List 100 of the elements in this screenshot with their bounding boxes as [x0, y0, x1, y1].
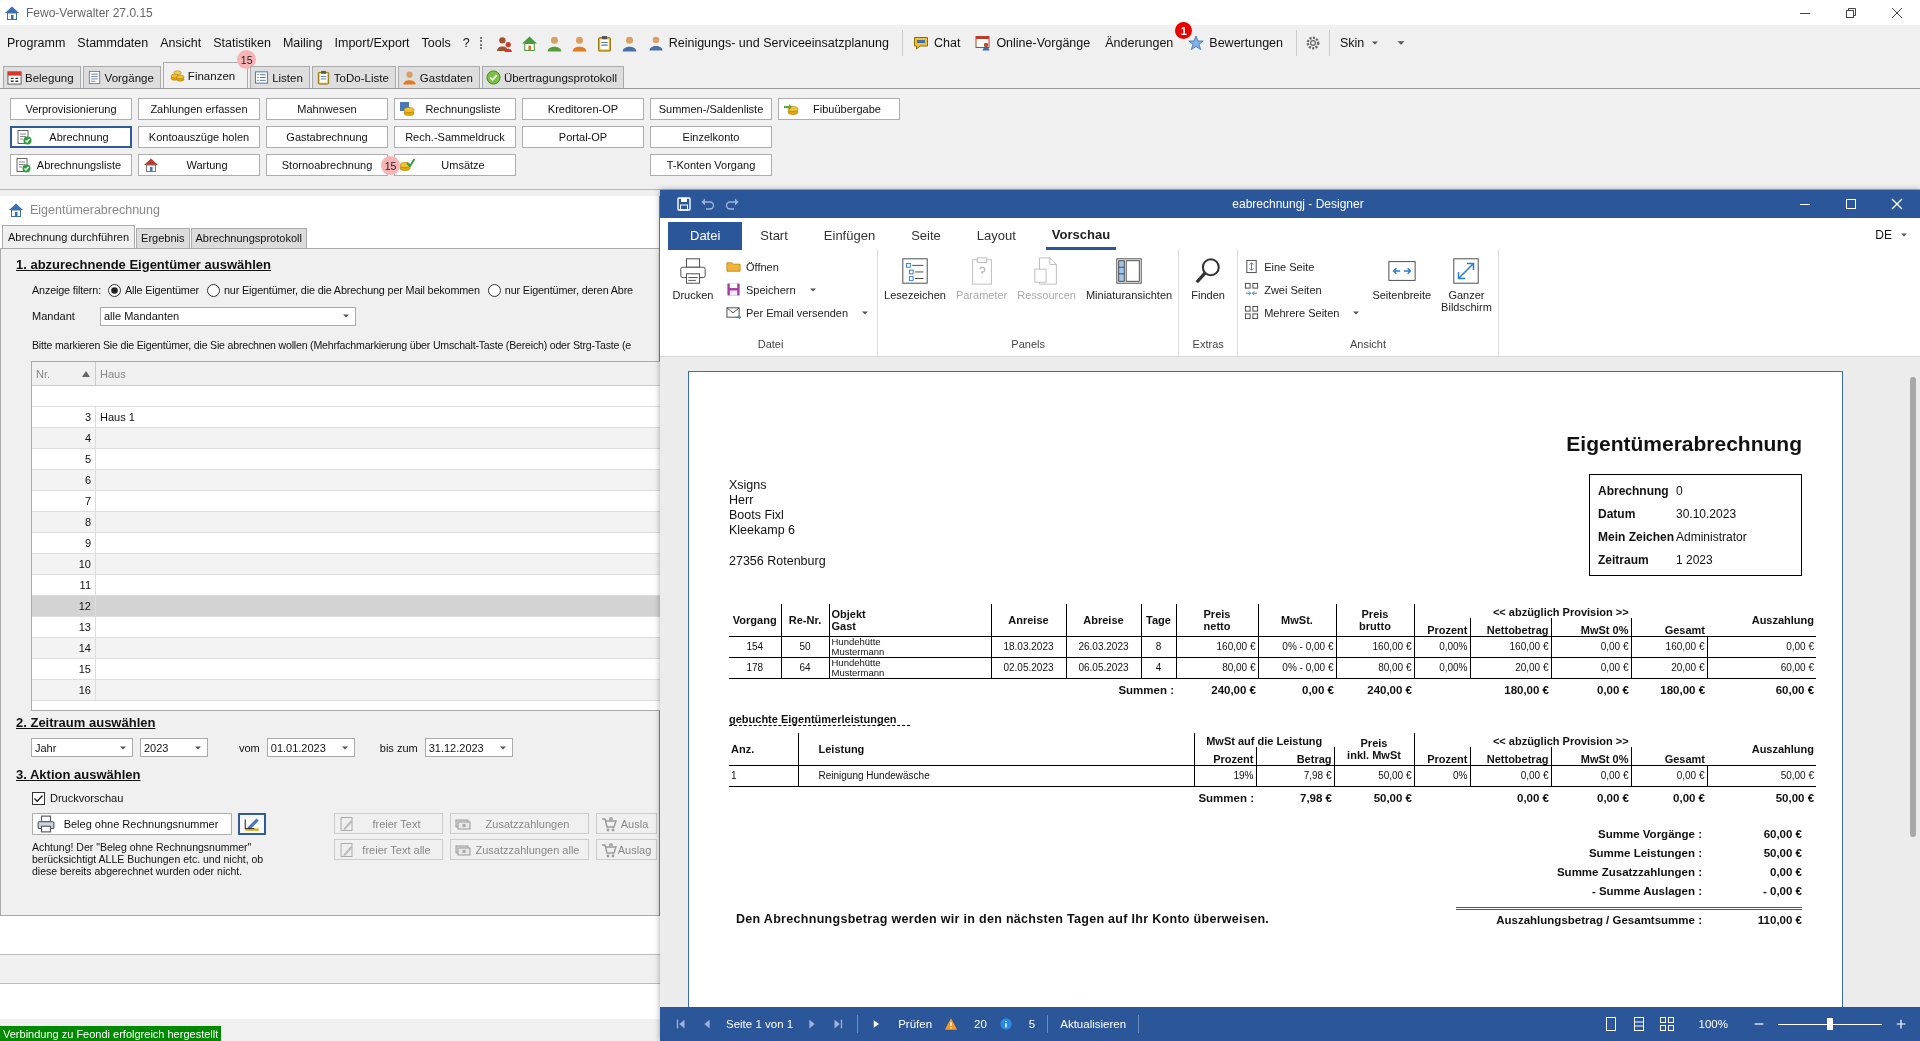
- module-tab[interactable]: Gastdaten: [397, 66, 480, 88]
- menu-item[interactable]: Tools: [417, 36, 459, 50]
- grid-row[interactable]: 7: [32, 491, 660, 512]
- ribbon-button[interactable]: Öffnen: [724, 256, 874, 277]
- function-button[interactable]: Zahlungen erfassen: [138, 98, 260, 120]
- dropdown[interactable]: alle Mandanten: [100, 306, 356, 326]
- grid-row[interactable]: 10: [32, 554, 660, 575]
- checkbox[interactable]: [32, 791, 45, 805]
- function-button[interactable]: Fibuübergabe: [778, 98, 900, 120]
- grid-row[interactable]: 5: [32, 449, 660, 470]
- grid-row[interactable]: 9: [32, 533, 660, 554]
- warnings-button[interactable]: 20: [944, 1017, 987, 1031]
- function-button[interactable]: Abrechnung: [10, 126, 132, 148]
- ribbon-button[interactable]: Eine Seite: [1242, 256, 1365, 277]
- dropdown[interactable]: 31.12.2023: [424, 738, 513, 757]
- edit-button[interactable]: [238, 813, 266, 835]
- module-tab[interactable]: ToDo-Liste: [311, 66, 396, 88]
- refresh-button[interactable]: Aktualisieren: [1060, 1018, 1127, 1030]
- dropdown[interactable]: Jahr: [31, 738, 133, 757]
- radio-option[interactable]: Alle Eigentümer: [108, 283, 199, 297]
- grid-row[interactable]: 12: [32, 596, 660, 617]
- people-icon[interactable]: [495, 34, 513, 52]
- radio-button[interactable]: [207, 283, 220, 297]
- function-button[interactable]: Einzelkonto: [650, 126, 772, 148]
- slider-thumb[interactable]: [1827, 1018, 1833, 1030]
- module-tab[interactable]: Belegung: [3, 66, 81, 88]
- menu-item[interactable]: Import/Export: [330, 36, 418, 50]
- function-button[interactable]: Wartung: [138, 154, 260, 176]
- grid-row[interactable]: 11: [32, 575, 660, 596]
- ribbon-tab[interactable]: Seite: [893, 222, 959, 250]
- house-icon[interactable]: [520, 34, 538, 52]
- ribbon-button[interactable]: Finden: [1183, 256, 1234, 301]
- grid-row[interactable]: 16: [32, 680, 660, 701]
- scrollbar[interactable]: [1910, 377, 1916, 837]
- function-button[interactable]: Abrechnungsliste: [10, 154, 132, 176]
- ribbon-button[interactable]: Miniaturansichten: [1083, 256, 1175, 301]
- save-icon[interactable]: [676, 196, 692, 212]
- settings-icon[interactable]: [1305, 35, 1321, 51]
- menu-item[interactable]: Ansicht: [156, 36, 210, 50]
- menu-item[interactable]: Programm: [3, 36, 74, 50]
- ribbon-tab[interactable]: Einfügen: [805, 222, 894, 250]
- toolbar-button[interactable]: Online-Vorgänge: [969, 35, 1100, 51]
- grid-row[interactable]: 8: [32, 512, 660, 533]
- menu-item[interactable]: ?: [458, 36, 478, 50]
- tab[interactable]: Ergebnis: [136, 228, 190, 248]
- menu-item[interactable]: Stammdaten: [73, 36, 157, 50]
- dropdown[interactable]: 2023: [140, 738, 208, 757]
- toolbar-button[interactable]: Reinigungs- und Serviceeinsatzplanung: [641, 35, 898, 51]
- ribbon-button[interactable]: Speichern: [724, 279, 874, 300]
- menu-item[interactable]: Statistiken: [209, 36, 279, 50]
- grid-row[interactable]: 3 Haus 1: [32, 407, 660, 428]
- module-tab[interactable]: Vorgänge: [82, 66, 161, 88]
- ribbon-button[interactable]: Drucken: [668, 256, 718, 301]
- menu-item[interactable]: Mailing: [278, 36, 331, 50]
- grid-row[interactable]: 4: [32, 428, 660, 449]
- undo-icon[interactable]: [700, 196, 716, 212]
- function-button[interactable]: Mahnwesen: [266, 98, 388, 120]
- close-icon[interactable]: [1889, 196, 1905, 212]
- module-tab[interactable]: Listen: [250, 66, 310, 88]
- function-button[interactable]: Kreditoren-OP: [522, 98, 644, 120]
- radio-option[interactable]: nur Eigentümer, die die Abrechung per Mail bekommen: [207, 283, 480, 297]
- radio-button[interactable]: [487, 283, 501, 297]
- function-button[interactable]: Rechnungsliste: [394, 98, 516, 120]
- language-selector[interactable]: DE: [1875, 225, 1910, 245]
- checkbox-option[interactable]: Druckvorschau: [32, 791, 124, 805]
- grid-row[interactable]: 15: [32, 659, 660, 680]
- function-button[interactable]: Gastabrechnung: [266, 126, 388, 148]
- grid-row[interactable]: 13: [32, 617, 660, 638]
- check-button[interactable]: Prüfen: [870, 1018, 933, 1030]
- grid-view-icon[interactable]: [1658, 1016, 1675, 1032]
- function-button[interactable]: Kontoauszüge holen: [138, 126, 260, 148]
- radio-option[interactable]: nur Eigentümer, deren Abre: [487, 283, 633, 297]
- ribbon-button[interactable]: Zwei Seiten: [1242, 279, 1365, 300]
- skin-menu[interactable]: Skin: [1334, 36, 1391, 50]
- ribbon-button[interactable]: Mehrere Seiten: [1242, 302, 1365, 323]
- dropdown[interactable]: 01.01.2023: [266, 738, 355, 757]
- ribbon-tab[interactable]: Layout: [958, 222, 1034, 250]
- module-tab[interactable]: Übertragungsprotokoll: [481, 66, 625, 88]
- radio-button[interactable]: [108, 283, 122, 297]
- person-icon[interactable]: [570, 34, 588, 52]
- grid-row[interactable]: 6: [32, 470, 660, 491]
- function-button[interactable]: T-Konten Vorgang: [650, 154, 772, 176]
- person-icon[interactable]: [545, 34, 563, 52]
- redo-icon[interactable]: [724, 196, 740, 212]
- ribbon-button[interactable]: Lesezeichen: [882, 256, 948, 301]
- function-button[interactable]: Rech.-Sammeldruck: [394, 126, 516, 148]
- tab[interactable]: Abrechnungsprotokoll: [190, 228, 307, 248]
- toolbar-button[interactable]: Chat: [906, 35, 970, 51]
- ribbon-button[interactable]: Ganzer Bildschirm: [1439, 256, 1494, 313]
- ribbon-tab[interactable]: Start: [742, 222, 806, 250]
- ribbon-button[interactable]: Per Email versenden: [724, 302, 874, 323]
- function-button[interactable]: Verprovisionierung: [10, 98, 132, 120]
- infos-button[interactable]: 5: [998, 1017, 1036, 1031]
- ribbon-tab[interactable]: Datei: [668, 222, 743, 250]
- function-button[interactable]: Summen-/Saldenliste: [650, 98, 772, 120]
- clipboard-icon[interactable]: [595, 34, 613, 52]
- grid-row[interactable]: 14: [32, 638, 660, 659]
- maximize-icon[interactable]: [1843, 196, 1859, 212]
- receipt-button[interactable]: Beleg ohne Rechnungsnummer: [32, 813, 232, 835]
- first-page-icon[interactable]: [674, 1017, 688, 1031]
